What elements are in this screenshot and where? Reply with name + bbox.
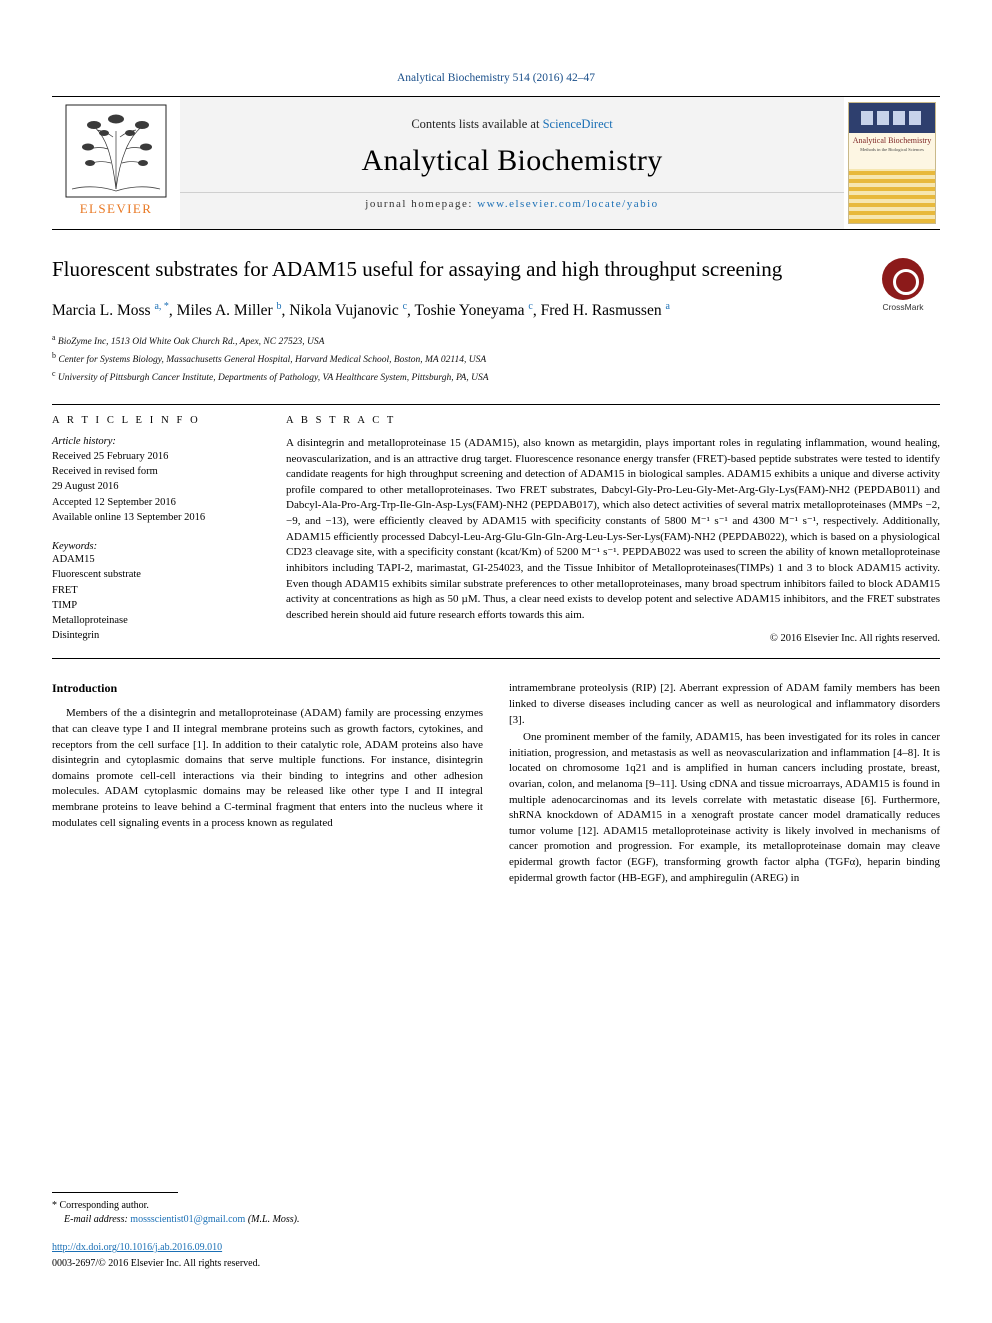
body-columns: Introduction Members of the a disintegri…: [52, 681, 940, 888]
email-suffix: (M.L. Moss).: [245, 1214, 300, 1225]
journal-title: Analytical Biochemistry: [361, 143, 663, 177]
article-history-label: Article history:: [52, 436, 116, 448]
keyword: Fluorescent substrate: [52, 569, 141, 581]
elsevier-tree-icon: [65, 104, 167, 198]
cover-image: Analytical Biochemistry Methods in the B…: [848, 102, 936, 224]
page-title: Fluorescent substrates for ADAM15 useful…: [52, 257, 783, 281]
title-block: Fluorescent substrates for ADAM15 useful…: [52, 256, 940, 386]
history-item: Available online 13 September 2016: [52, 511, 206, 523]
corresponding-author-note: * Corresponding author.: [52, 1200, 149, 1211]
body-paragraph: One prominent member of the family, ADAM…: [509, 731, 940, 884]
keyword: ADAM15: [52, 554, 95, 566]
article-info-heading: A R T I C L E I N F O: [52, 415, 201, 427]
elsevier-logo: ELSEVIER: [52, 97, 180, 229]
cover-subtitle: Methods in the Biological Sciences: [860, 147, 924, 153]
journal-homepage-bar: journal homepage: www.elsevier.com/locat…: [180, 191, 844, 214]
paper-page: Analytical Biochemistry 514 (2016) 42–47: [0, 0, 992, 1323]
history-item: Received in revised form: [52, 466, 158, 478]
history-item: Received 25 February 2016: [52, 451, 169, 463]
homepage-prefix: journal homepage:: [365, 197, 478, 210]
issn-copyright: 0003-2697/© 2016 Elsevier Inc. All right…: [52, 1258, 261, 1269]
journal-cover-thumbnail: Analytical Biochemistry Methods in the B…: [844, 97, 940, 229]
doi-link[interactable]: http://dx.doi.org/10.1016/j.ab.2016.09.0…: [52, 1242, 222, 1253]
masthead-center: Contents lists available at ScienceDirec…: [180, 97, 844, 229]
page-footnote: * Corresponding author. E-mail address: …: [52, 1192, 483, 1271]
body-left-column: Introduction Members of the a disintegri…: [52, 681, 483, 888]
sciencedirect-link[interactable]: ScienceDirect: [543, 117, 613, 131]
keyword: Metalloproteinase: [52, 615, 128, 627]
section-divider: [52, 658, 940, 660]
article-info-column: A R T I C L E I N F O Article history: R…: [52, 415, 260, 644]
keyword: Disintegrin: [52, 630, 100, 642]
email-label: E-mail address:: [64, 1214, 131, 1225]
body-right-column: intramembrane proteolysis (RIP) [2]. Abe…: [509, 681, 940, 888]
journal-homepage-link[interactable]: www.elsevier.com/locate/yabio: [477, 198, 658, 210]
author-list: Marcia L. Moss a, *, Miles A. Miller b, …: [52, 300, 670, 320]
email-note: E-mail address: mossscientist01@gmail.co…: [64, 1213, 483, 1227]
affil-mark: a: [665, 300, 670, 312]
abstract-heading: A B S T R A C T: [286, 415, 396, 427]
affil-mark: a, *: [154, 300, 169, 312]
doi-line: http://dx.doi.org/10.1016/j.ab.2016.09.0…: [52, 1241, 483, 1255]
crossmark-label: CrossMark: [882, 302, 924, 312]
journal-masthead: ELSEVIER Contents lists available at Sci…: [52, 96, 940, 230]
journal-reference: Analytical Biochemistry 514 (2016) 42–47: [396, 72, 596, 84]
introduction-heading: Introduction: [52, 681, 118, 696]
email-link[interactable]: mossscientist01@gmail.com: [130, 1214, 245, 1225]
affil-mark: c: [528, 300, 533, 312]
footnote-divider: [52, 1192, 178, 1193]
abstract-copyright: © 2016 Elsevier Inc. All rights reserved…: [769, 633, 940, 645]
affil-mark: c: [402, 300, 408, 312]
affiliation-a: a BioZyme Inc, 1513 Old White Oak Church…: [52, 333, 325, 348]
keyword: TIMP: [52, 599, 78, 611]
cover-pattern-icon: [857, 107, 927, 129]
elsevier-wordmark: ELSEVIER: [79, 201, 153, 216]
body-paragraph: Members of the a disintegrin and metallo…: [52, 707, 483, 829]
affiliations: a BioZyme Inc, 1513 Old White Oak Church…: [52, 332, 940, 386]
keywords-label: Keywords:: [52, 541, 98, 553]
affil-mark: b: [276, 300, 282, 312]
affiliation-b: b Center for Systems Biology, Massachuse…: [52, 351, 487, 366]
history-item: 29 August 2016: [52, 481, 119, 493]
cover-stripes: [849, 169, 935, 223]
history-item: Accepted 12 September 2016: [52, 496, 176, 508]
info-abstract-section: A R T I C L E I N F O Article history: R…: [52, 404, 940, 644]
cover-header-band: [849, 103, 935, 133]
affiliation-c: c University of Pittsburgh Cancer Instit…: [52, 369, 489, 384]
contents-available-line: Contents lists available at ScienceDirec…: [411, 117, 612, 132]
keyword: FRET: [52, 584, 78, 596]
crossmark-badge[interactable]: CrossMark: [866, 258, 940, 312]
body-paragraph: intramembrane proteolysis (RIP) [2]. Abe…: [509, 682, 940, 726]
abstract-text: A disintegrin and metalloproteinase 15 (…: [286, 437, 940, 621]
crossmark-icon: [882, 258, 924, 300]
cover-title: Analytical Biochemistry: [852, 136, 932, 145]
contents-prefix: Contents lists available at: [411, 116, 543, 131]
abstract-column: A B S T R A C T A disintegrin and metall…: [286, 415, 940, 644]
